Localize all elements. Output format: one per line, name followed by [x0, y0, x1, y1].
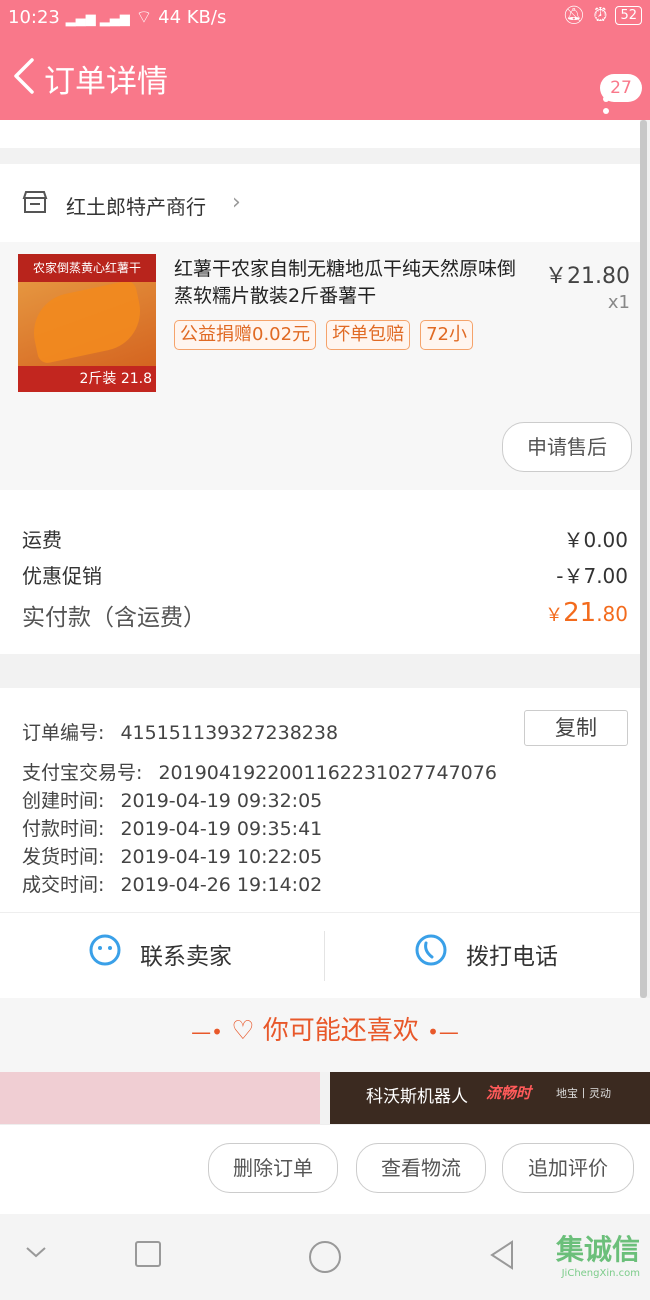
- shipping-value: ￥0.00: [563, 528, 628, 552]
- paid-row: 实付款（含运费） ￥21.80: [22, 598, 628, 632]
- network-speed: 44 KB/s: [158, 7, 227, 28]
- chevron-right-icon: ›: [232, 190, 241, 215]
- banner-tag: 流畅时: [486, 1084, 532, 1102]
- scrollbar[interactable]: [640, 120, 647, 998]
- recommend-title-text: 你可能还喜欢: [262, 1016, 419, 1046]
- delete-order-button[interactable]: 删除订单: [208, 1143, 338, 1193]
- bottom-action-bar: 删除订单 查看物流 追加评价: [0, 1124, 650, 1215]
- info-key: 发货时间:: [22, 846, 105, 868]
- shop-row[interactable]: 红土郎特产商行 ›: [0, 164, 640, 242]
- shop-name: 红土郎特产商行: [66, 195, 206, 219]
- banner-brand: 科沃斯机器人: [366, 1087, 468, 1107]
- info-key: 成交时间:: [22, 874, 105, 896]
- shipping-label: 运费: [22, 528, 62, 552]
- product-tags: 公益捐赠0.02元 坏单包赔 72小: [174, 320, 473, 350]
- view-logistics-button[interactable]: 查看物流: [356, 1143, 486, 1193]
- watermark: 集诚信 JiChengXin.com: [556, 1228, 640, 1279]
- info-key: 付款时间:: [22, 818, 105, 840]
- order-item[interactable]: 农家倒蒸黄心红薯干 2斤装 21.8 红薯干农家自制无糖地瓜干纯天然原味倒蒸软糯…: [0, 242, 640, 490]
- home-icon[interactable]: [308, 1240, 342, 1274]
- previous-section-tail: [0, 120, 640, 148]
- system-nav-bar: 集诚信 JiChengXin.com: [0, 1214, 650, 1300]
- wifi-icon: ⌔: [135, 7, 153, 28]
- info-value: 2019041922001162231027747076: [158, 762, 497, 784]
- left-dash-icon: —•: [191, 1020, 223, 1044]
- discount-value: -￥7.00: [556, 564, 628, 588]
- contact-actions: 联系卖家 拨打电话: [0, 912, 640, 999]
- status-bar: 10:23 ▂▄▆ ▂▄▆ ⌔ 44 KB/s 🔕︎ ⏰︎ 52: [0, 0, 650, 34]
- call-phone-button[interactable]: 拨打电话: [415, 934, 558, 971]
- info-row-alipay-number: 支付宝交易号: 2019041922001162231027747076: [22, 758, 497, 785]
- back-arrow-icon[interactable]: [10, 56, 40, 96]
- phone-icon: [415, 934, 447, 966]
- info-value: 2019-04-19 10:22:05: [120, 846, 323, 868]
- recommend-title: —• ♡ 你可能还喜欢 •—: [0, 1010, 650, 1047]
- paid-integer: 21: [563, 598, 597, 628]
- add-review-button[interactable]: 追加评价: [502, 1143, 634, 1193]
- discount-row: 优惠促销 -￥7.00: [22, 560, 628, 589]
- info-value: 2019-04-19 09:32:05: [120, 790, 323, 812]
- discount-label: 优惠促销: [22, 564, 102, 588]
- mute-icon: 🔕︎: [562, 5, 586, 26]
- banner-sub: 地宝丨灵动: [556, 1087, 611, 1100]
- info-key: 订单编号:: [22, 722, 105, 744]
- shop-icon: [22, 191, 48, 213]
- page-title: 订单详情: [44, 64, 168, 100]
- watermark-url: JiChengXin.com: [561, 1268, 640, 1279]
- title-bar: 订单详情 27: [0, 34, 650, 120]
- copy-button[interactable]: 复制: [524, 710, 628, 746]
- collapse-icon[interactable]: [24, 1240, 48, 1264]
- status-time: 10:23: [8, 7, 60, 28]
- shipping-row: 运费 ￥0.00: [22, 524, 628, 553]
- info-row-shipped: 发货时间: 2019-04-19 10:22:05: [22, 842, 322, 869]
- tag-72h: 72小: [420, 320, 473, 350]
- paid-currency: ￥: [545, 605, 564, 626]
- info-row-created: 创建时间: 2019-04-19 09:32:05: [22, 786, 322, 813]
- paid-value: ￥21.80: [545, 598, 628, 628]
- info-row-order-number: 订单编号: 415151139327238238: [22, 718, 338, 745]
- heart-icon: ♡: [231, 1016, 255, 1046]
- product-image-banner: 农家倒蒸黄心红薯干: [18, 254, 156, 282]
- signal-icon: ▂▄▆ ▂▄▆: [65, 12, 130, 27]
- info-value: 2019-04-19 09:35:41: [120, 818, 323, 840]
- product-image[interactable]: 农家倒蒸黄心红薯干 2斤装 21.8: [18, 254, 156, 392]
- call-phone-label: 拨打电话: [466, 944, 558, 970]
- product-image-price: 2斤装 21.8: [18, 366, 156, 392]
- info-row-completed: 成交时间: 2019-04-26 19:14:02: [22, 870, 322, 897]
- info-key: 支付宝交易号:: [22, 762, 143, 784]
- contact-seller-button[interactable]: 联系卖家: [89, 934, 232, 971]
- paid-decimal: .80: [596, 602, 628, 626]
- alarm-icon: ⏰︎: [593, 5, 608, 26]
- chat-face-icon: [89, 934, 121, 966]
- paid-label: 实付款（含运费）: [22, 605, 206, 631]
- info-key: 创建时间:: [22, 790, 105, 812]
- actions-divider: [324, 931, 325, 981]
- info-row-paid: 付款时间: 2019-04-19 09:35:41: [22, 814, 322, 841]
- tag-charity: 公益捐赠0.02元: [174, 320, 317, 350]
- recommend-banner-left[interactable]: [0, 1072, 320, 1124]
- sweet-potato-illustration: [26, 279, 148, 365]
- back-icon[interactable]: [488, 1240, 516, 1270]
- recommend-banner-right[interactable]: 科沃斯机器人 流畅时 地宝丨灵动: [330, 1072, 650, 1124]
- info-value: 2019-04-26 19:14:02: [120, 874, 323, 896]
- order-info-section: 订单编号: 415151139327238238 复制 支付宝交易号: 2019…: [0, 688, 640, 912]
- watermark-text: 集诚信: [555, 1233, 640, 1266]
- info-value[interactable]: 415151139327238238: [120, 722, 338, 744]
- battery-indicator: 52: [615, 6, 642, 25]
- after-sale-button[interactable]: 申请售后: [502, 422, 632, 472]
- right-dash-icon: •—: [427, 1020, 459, 1044]
- recent-apps-icon[interactable]: [134, 1240, 162, 1268]
- totals-section: 运费 ￥0.00 优惠促销 -￥7.00 实付款（含运费） ￥21.80: [0, 490, 640, 654]
- message-count-badge[interactable]: 27: [600, 74, 642, 102]
- product-title[interactable]: 红薯干农家自制无糖地瓜干纯天然原味倒蒸软糯片散装2斤番薯干: [174, 256, 534, 310]
- status-time-speed: 10:23 ▂▄▆ ▂▄▆ ⌔ 44 KB/s: [8, 6, 226, 29]
- recommend-header: —• ♡ 你可能还喜欢 •—: [0, 998, 650, 1072]
- product-quantity: x1: [607, 292, 630, 313]
- product-price: ￥21.80: [545, 264, 630, 289]
- tag-damage-guarantee: 坏单包赔: [326, 320, 411, 350]
- contact-seller-label: 联系卖家: [140, 944, 232, 970]
